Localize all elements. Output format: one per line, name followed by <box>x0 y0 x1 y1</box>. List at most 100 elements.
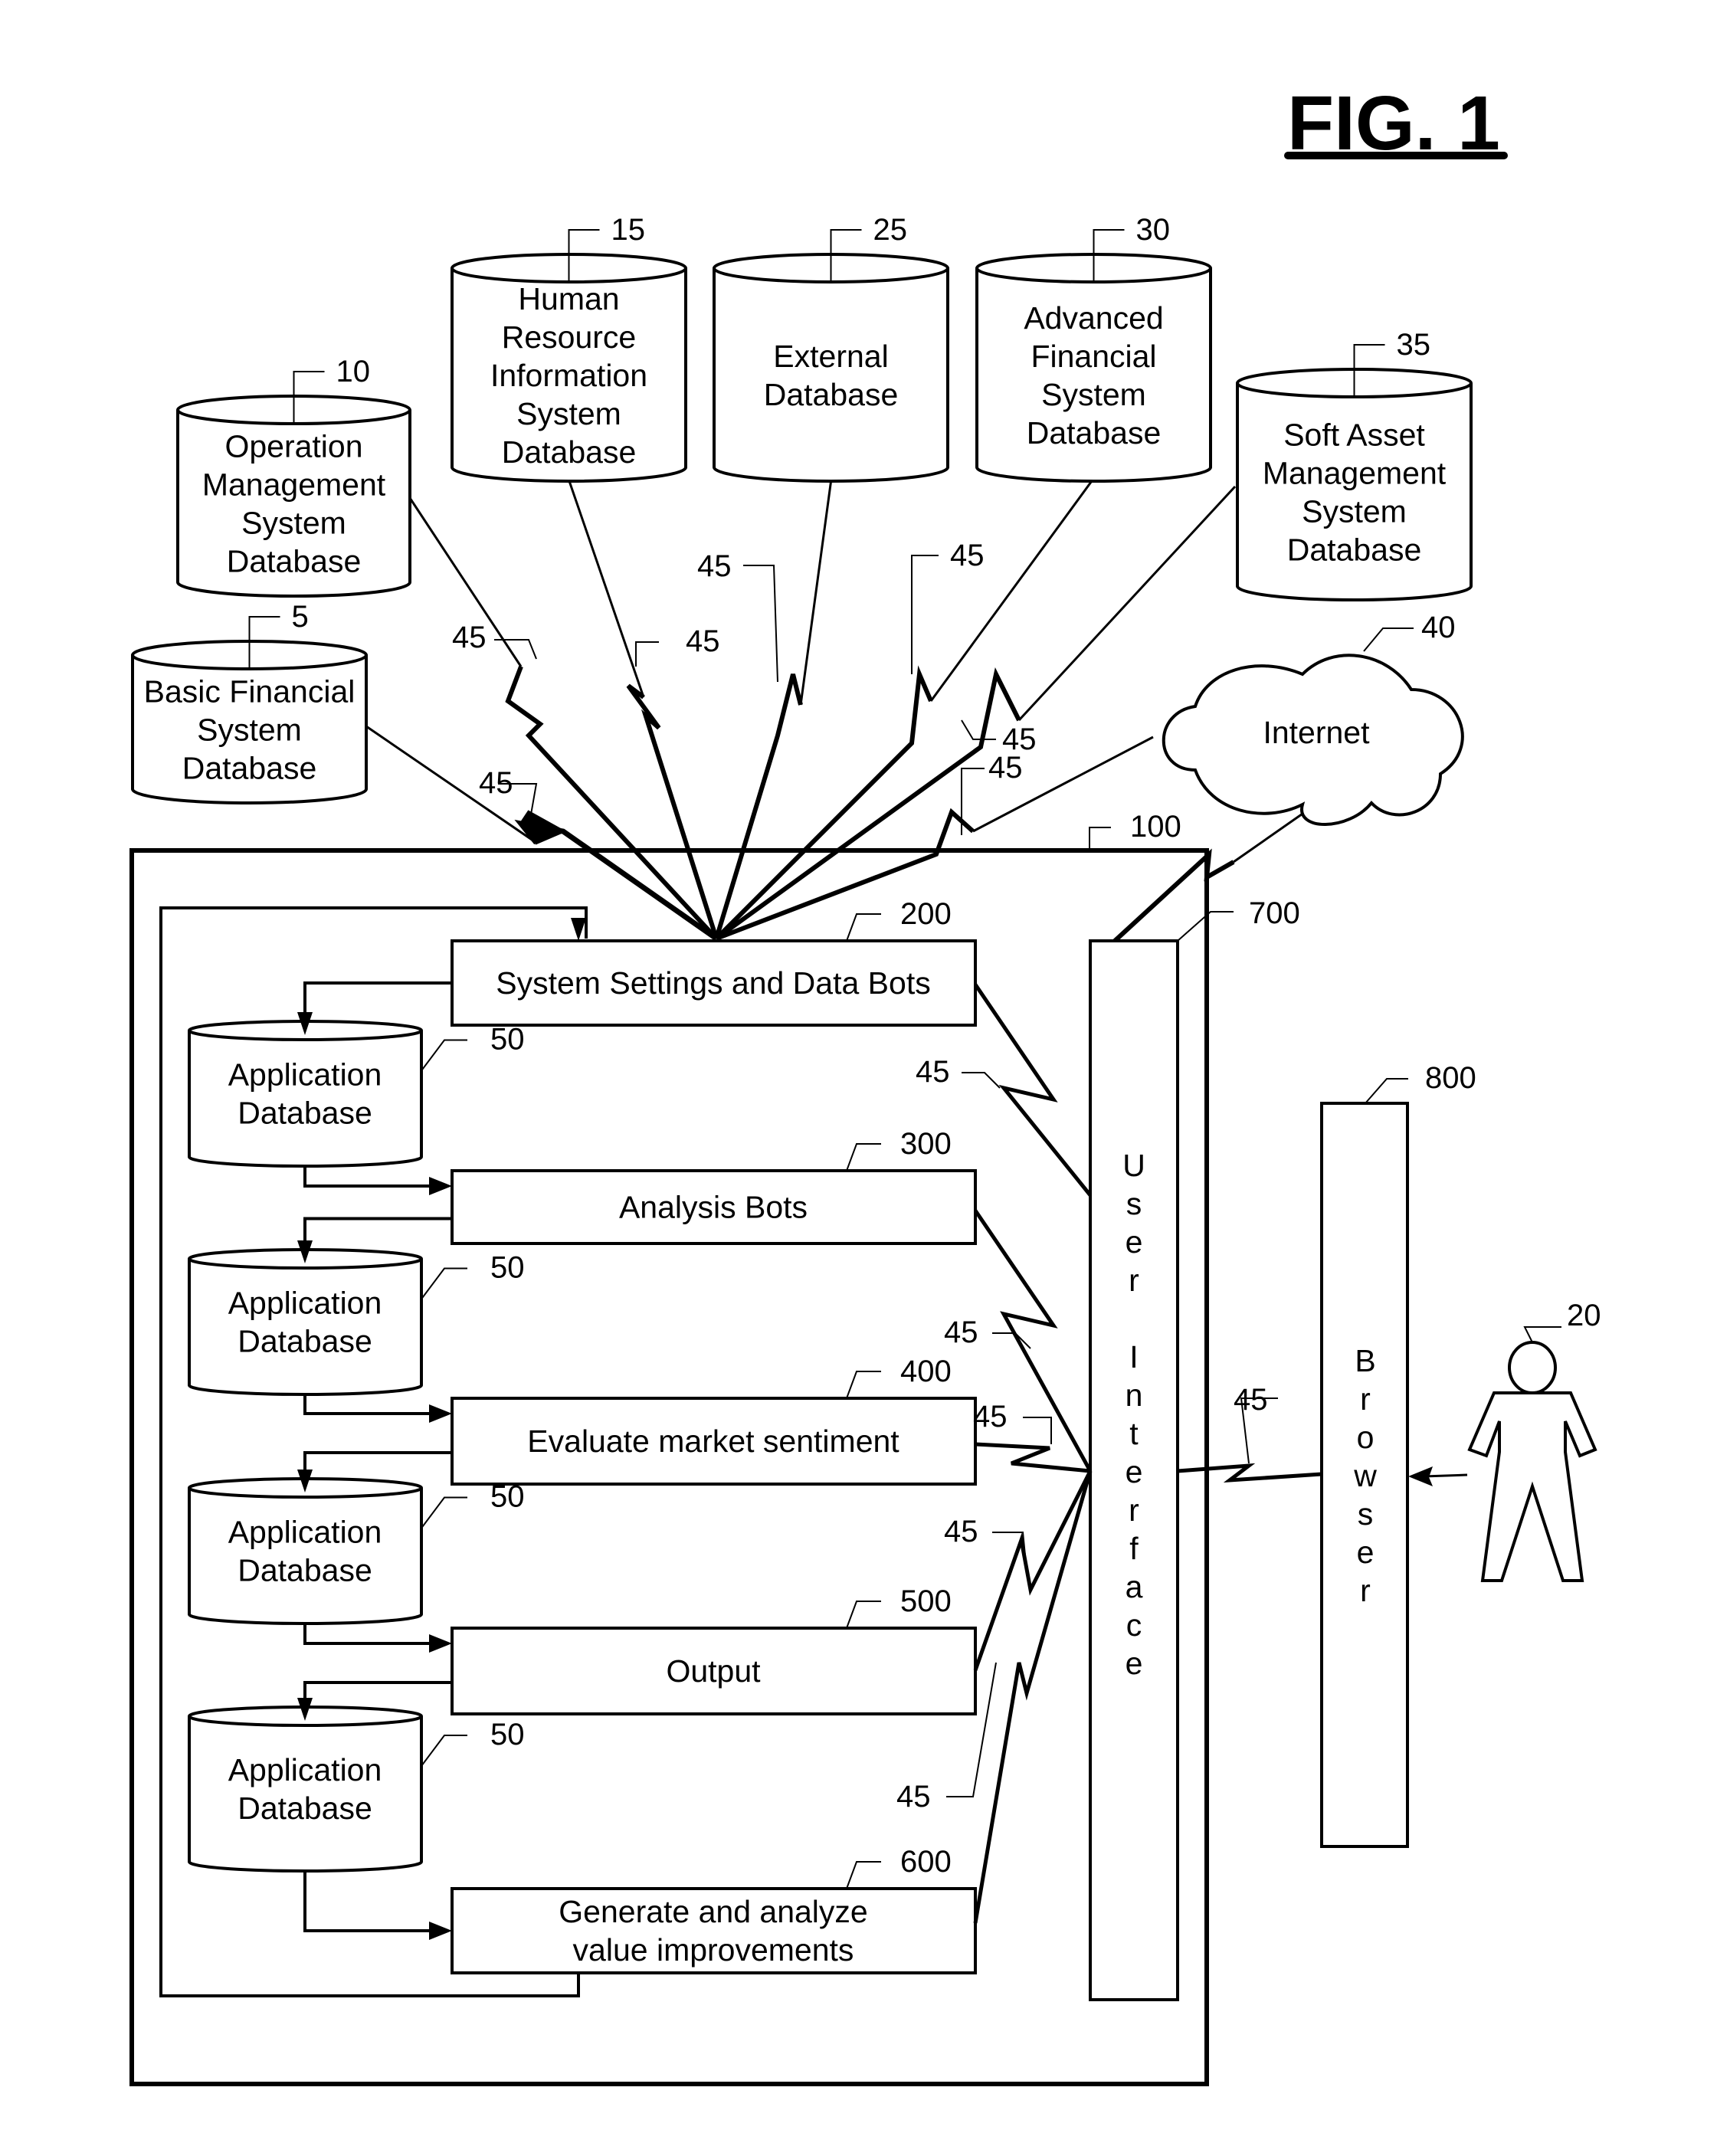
label-letter: e <box>1126 1224 1143 1260</box>
connection-line <box>973 1470 1093 1924</box>
label-line: Operation <box>224 429 362 464</box>
ref-number: 45 <box>950 539 985 572</box>
leader-line <box>846 1371 881 1399</box>
ref-number: 50 <box>490 1251 525 1285</box>
user-to-browser-line <box>1423 1473 1468 1478</box>
process-box-500: Output 500 <box>451 1584 977 1715</box>
leader-line <box>421 1039 467 1072</box>
label-line: Human <box>518 281 619 316</box>
ref-number: 800 <box>1425 1061 1476 1095</box>
connection-line <box>1017 485 1237 722</box>
label-letter: c <box>1126 1607 1142 1643</box>
leader-line <box>846 913 881 942</box>
ref-number: 500 <box>900 1584 952 1618</box>
figure-title: FIG. 1 <box>1284 80 1508 166</box>
label-letter: B <box>1355 1343 1375 1378</box>
process-ui-connections <box>973 983 1093 1924</box>
label-letter: U <box>1122 1148 1145 1183</box>
figure-title-underline <box>1284 152 1508 159</box>
leader-line <box>635 641 659 667</box>
arrow-head-icon <box>429 1922 452 1940</box>
label-line: Soft Asset <box>1283 418 1425 453</box>
arrow-head-icon <box>429 1634 452 1653</box>
ref-number: 400 <box>900 1355 952 1388</box>
leader-line <box>962 1072 1001 1089</box>
external-database-30: AdvancedFinancialSystemDatabase 30 <box>975 213 1212 483</box>
leader-line <box>1365 1078 1408 1104</box>
flow-line <box>303 1871 441 1932</box>
arrow-head-icon <box>1408 1466 1433 1486</box>
user-head-icon <box>1508 1341 1557 1394</box>
label-line: Application <box>228 1286 382 1321</box>
label-line: Database <box>1287 532 1422 568</box>
patent-diagram: FIG. 1 100 System Settings and Data Bots… <box>129 80 1601 2086</box>
label-letter: o <box>1357 1420 1375 1455</box>
label-line: Generate and analyze <box>559 1894 867 1929</box>
user-figure: 20 <box>1408 1299 1601 1582</box>
label-letter: e <box>1126 1646 1143 1681</box>
label-line: Management <box>1263 456 1447 491</box>
label-line: Database <box>238 1791 372 1826</box>
label-line: Application <box>228 1515 382 1550</box>
browser-bar: Browser 800 <box>1320 1061 1476 1848</box>
label-line: Management <box>202 467 386 503</box>
flow-line <box>303 1166 441 1188</box>
ref-number: 100 <box>1130 810 1181 844</box>
internet-label: Internet <box>1263 715 1370 750</box>
leader-line <box>743 565 778 683</box>
external-database-15: HumanResourceInformationSystemDatabase 15 <box>451 213 687 483</box>
label-line: External <box>773 339 888 374</box>
leader-line <box>1089 827 1111 850</box>
leader-line <box>846 1601 881 1629</box>
external-database-10: OperationManagementSystemDatabase 10 <box>176 355 411 598</box>
ref-number: 40 <box>1421 611 1456 644</box>
ref-number: 200 <box>900 897 952 931</box>
process-box-300: Analysis Bots 300 <box>451 1127 977 1245</box>
connection-line <box>715 667 1021 941</box>
ref-number: 25 <box>873 213 908 247</box>
label-line: Database <box>238 1324 372 1359</box>
label-line: Output <box>666 1653 761 1689</box>
label-line: Database <box>238 1096 372 1131</box>
cylinder-body <box>188 1705 423 1873</box>
connection-ref-label: 45 <box>973 1400 1052 1444</box>
connection-line <box>973 1470 1093 1671</box>
ref-number: 45 <box>944 1515 978 1548</box>
connection-ref-label: 45 <box>916 1055 1001 1089</box>
leader-line <box>421 1735 467 1767</box>
ref-number: 45 <box>944 1316 978 1349</box>
ref-number: 45 <box>916 1055 950 1089</box>
connection-line <box>975 1442 1091 1473</box>
leader-line <box>846 1861 881 1889</box>
ref-number: 50 <box>490 1023 525 1057</box>
connection-line <box>1233 811 1306 863</box>
arrow-head-icon <box>429 1177 452 1195</box>
connection-ref-label: 45 <box>944 1316 1031 1349</box>
leader-line <box>846 1143 881 1171</box>
ref-label-system: 100 <box>1089 810 1181 850</box>
label-letter: r <box>1360 1381 1371 1417</box>
label-letter: e <box>1126 1454 1143 1489</box>
connection-ref-label: 45 <box>697 549 778 683</box>
label-letter: w <box>1353 1458 1377 1493</box>
connection-ref-label: 45 <box>911 539 985 674</box>
connection-line <box>505 665 719 941</box>
label-line: Database <box>182 751 317 786</box>
ref-number: 10 <box>336 355 371 388</box>
label-line: System <box>241 506 346 541</box>
label-line: System Settings and Data Bots <box>496 965 930 1001</box>
label-letter: r <box>1129 1263 1139 1298</box>
ref-number: 300 <box>900 1127 952 1161</box>
ref-number: 45 <box>697 549 732 583</box>
label-line: Application <box>228 1752 382 1787</box>
ref-number: 45 <box>896 1780 931 1814</box>
ref-number: 20 <box>1567 1299 1601 1332</box>
process-box-400: Evaluate market sentiment 400 <box>451 1355 977 1486</box>
label-line: Advanced <box>1024 300 1163 336</box>
connection-ref-label: 45 <box>1234 1383 1278 1464</box>
label-line: value improvements <box>573 1932 854 1968</box>
label-line: System <box>197 713 302 748</box>
label-letter: r <box>1129 1492 1139 1528</box>
connection-ref-label: 45 <box>635 624 720 667</box>
flow-line <box>303 981 452 1026</box>
